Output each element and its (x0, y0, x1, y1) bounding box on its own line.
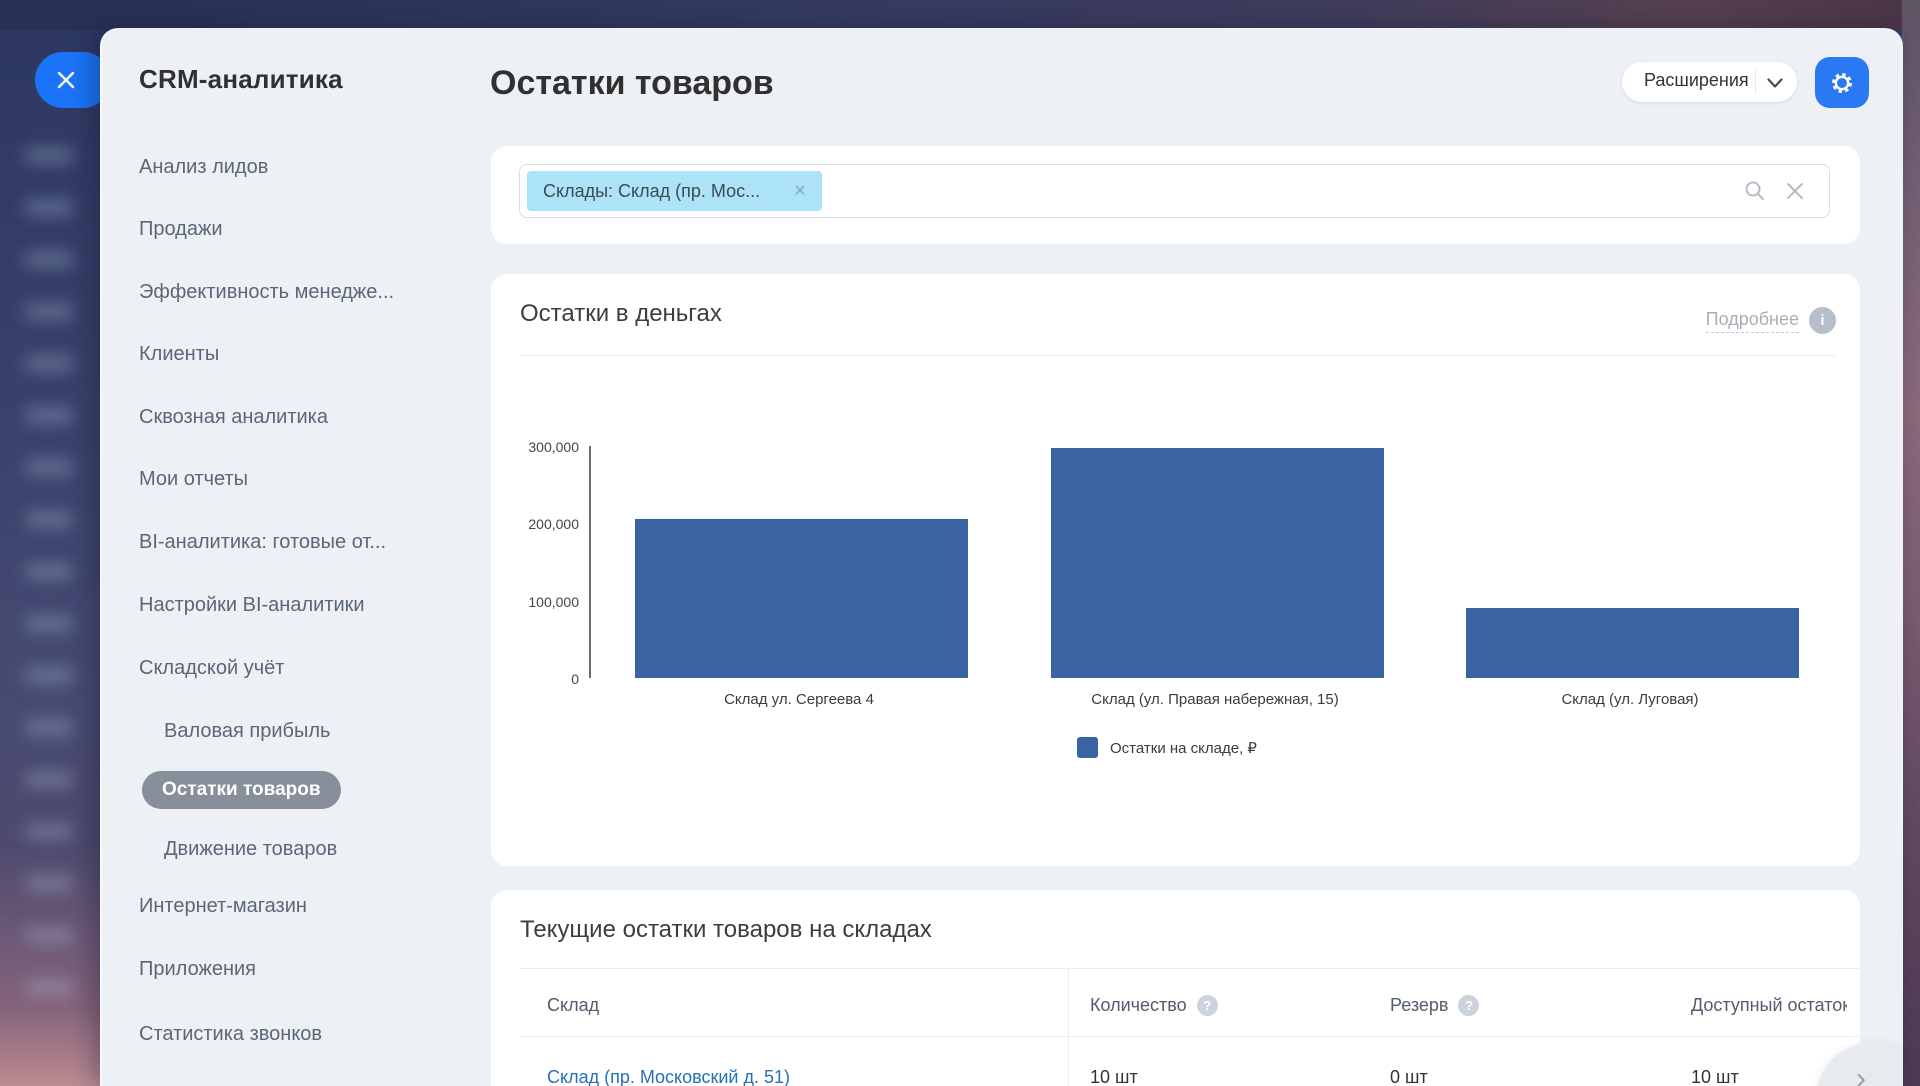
money-remainder-card: Остатки в деньгах Подробнее i 300,000200… (491, 274, 1860, 866)
background-app-sidebar (0, 0, 110, 1086)
bar-2[interactable] (1466, 608, 1799, 678)
details-label[interactable]: Подробнее (1706, 309, 1799, 333)
extensions-button[interactable]: Расширения (1622, 62, 1797, 102)
sidebar-item[interactable]: Остатки товаров (142, 771, 341, 809)
page-title: Остатки товаров (490, 64, 774, 103)
chevron-right-icon: › (1856, 1062, 1866, 1086)
chart-x-labels: Склад ул. Сергеева 4 Склад (ул. Правая на… (589, 691, 1829, 711)
column-header-reserve: Резерв ? (1390, 993, 1479, 1017)
close-icon (56, 70, 76, 90)
sidebar-item[interactable]: Складской учёт (139, 655, 284, 681)
panel-title: CRM-аналитика (139, 64, 343, 95)
sidebar-item[interactable]: Мои отчеты (139, 466, 248, 492)
sidebar-item[interactable]: Движение товаров (164, 836, 337, 862)
y-tick-label: 300,000 (491, 439, 579, 455)
x-category-label: Склад (ул. Правая набережная, 15) (1091, 691, 1338, 708)
chart-y-axis: 300,000 200,000 100,000 0 (491, 274, 579, 866)
question-icon[interactable]: ? (1458, 995, 1479, 1016)
gear-icon (1827, 68, 1857, 98)
background-right-strip (1902, 0, 1920, 1086)
column-header-quantity: Количество ? (1090, 993, 1218, 1017)
table-row-quantity: 10 шт (1090, 1065, 1138, 1086)
x-category-label: Склад ул. Сергеева 4 (724, 691, 874, 708)
filter-tag-label: Склады: Склад (пр. Мос... (543, 181, 760, 202)
divider (520, 1036, 1860, 1037)
chevron-down-icon[interactable] (1766, 77, 1784, 89)
legend-label: Остатки на складе, ₽ (1110, 739, 1257, 757)
column-separator (1068, 968, 1069, 1086)
bar-1[interactable] (1051, 448, 1384, 678)
table-row-warehouse-link[interactable]: Склад (пр. Московский д. 51) (547, 1065, 790, 1086)
y-tick-label: 100,000 (491, 594, 579, 610)
legend-swatch (1077, 737, 1098, 758)
sidebar-item[interactable]: Статистика звонков (139, 1021, 322, 1047)
divider (520, 355, 1836, 356)
column-header-warehouse: Склад (547, 993, 599, 1017)
sidebar-item[interactable]: Клиенты (139, 341, 219, 367)
x-category-label: Склад (ул. Луговая) (1561, 691, 1698, 708)
filter-tag[interactable]: Склады: Склад (пр. Мос... × (527, 171, 822, 211)
bar-0[interactable] (635, 519, 968, 678)
sidebar-item[interactable]: Настройки BI-аналитики (139, 592, 365, 618)
table-row-reserve: 0 шт (1390, 1065, 1428, 1086)
filter-search-input[interactable]: Склады: Склад (пр. Мос... × (519, 164, 1830, 218)
sidebar-item[interactable]: Интернет-магазин (139, 893, 307, 919)
y-tick-label: 0 (491, 671, 579, 687)
sidebar-item[interactable]: Продажи (139, 216, 223, 242)
y-tick-label: 200,000 (491, 516, 579, 532)
bar-chart (589, 446, 1829, 678)
sidebar-item[interactable]: Анализ лидов (139, 154, 268, 180)
chart-legend: Остатки на складе, ₽ (1077, 737, 1257, 758)
settings-button[interactable] (1815, 57, 1869, 108)
background-top-strip (0, 0, 1920, 30)
background-sidebar-icons (26, 148, 72, 1028)
table-card-title: Текущие остатки товаров на складах (520, 916, 932, 944)
filter-tag-remove-icon[interactable]: × (794, 181, 806, 201)
sidebar-item[interactable]: Валовая прибыль (164, 718, 330, 744)
clear-search-icon[interactable] (1785, 181, 1805, 201)
table-row-available: 10 шт (1691, 1065, 1739, 1086)
question-icon[interactable]: ? (1197, 995, 1218, 1016)
info-icon[interactable]: i (1809, 307, 1836, 334)
details-link[interactable]: Подробнее i (1706, 307, 1836, 334)
search-icon[interactable] (1743, 179, 1767, 203)
crm-analytics-panel: CRM-аналитика Анализ лидов Продажи Эффекти… (100, 28, 1903, 1086)
divider (1755, 70, 1756, 94)
sidebar-item[interactable]: BI-аналитика: готовые от... (139, 529, 386, 555)
filter-card: Склады: Склад (пр. Мос... × (491, 146, 1860, 244)
sidebar-item[interactable]: Приложения (139, 956, 256, 982)
column-header-available: Доступный остаток (1691, 993, 1847, 1017)
sidebar-item[interactable]: Эффективность менедже... (139, 279, 394, 305)
extensions-label: Расширения (1644, 70, 1749, 91)
sidebar-item[interactable]: Сквозная аналитика (139, 404, 328, 430)
stock-table-card: Текущие остатки товаров на складах Склад… (491, 890, 1860, 1086)
divider (520, 968, 1860, 969)
